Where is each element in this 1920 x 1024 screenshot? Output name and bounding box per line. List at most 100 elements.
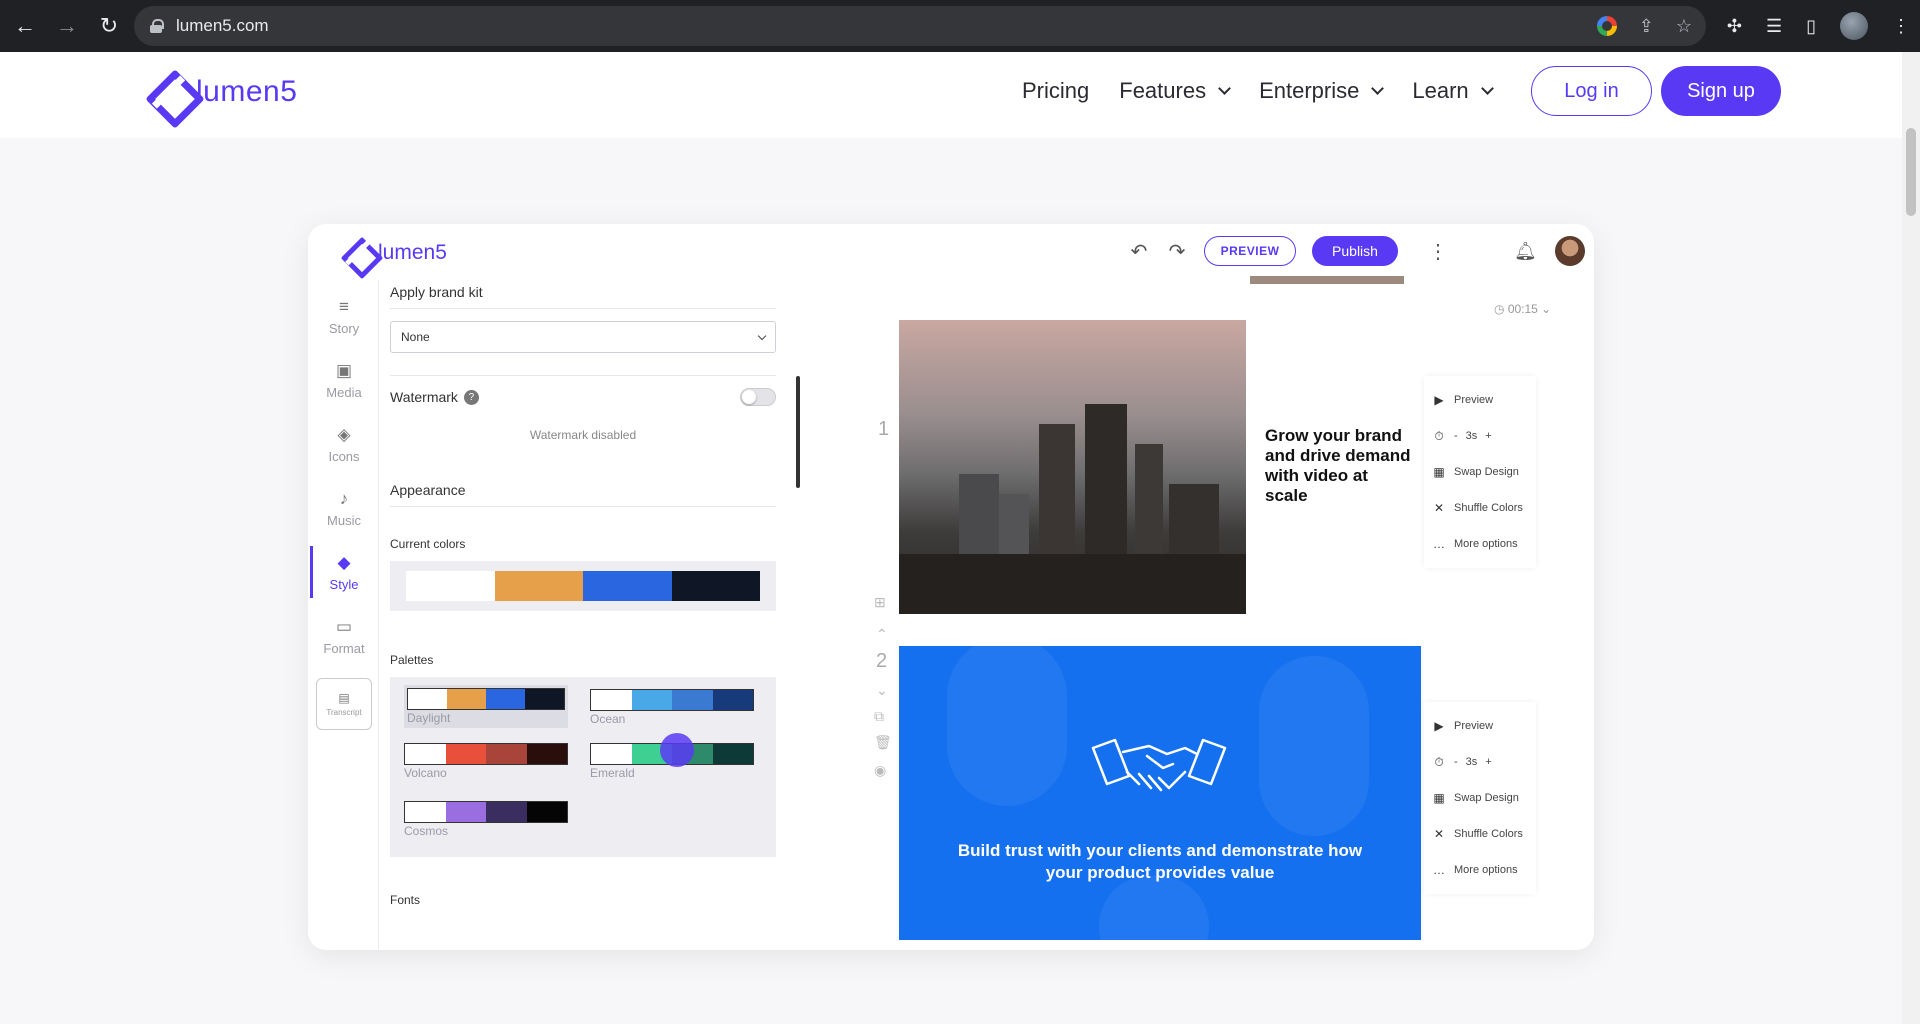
color-swatch [447,689,486,709]
rail-music[interactable]: ♪ Music [314,476,374,540]
app-logo-text: lumen5 [378,241,447,264]
duration-value: 3s [1465,430,1478,442]
color-swatch [486,802,527,822]
tool-label: Preview [1454,720,1494,732]
nav-features[interactable]: Features [1119,78,1231,104]
chrome-menu-icon[interactable]: ⋮ [1892,16,1910,37]
style-panel: Apply brand kit None Watermark? Watermar… [390,284,776,915]
help-icon[interactable]: ? [463,389,479,405]
shuffle-colors-button[interactable]: ✕ Shuffle Colors [1432,490,1528,526]
slide-2[interactable]: Build trust with your clients and demons… [899,646,1421,940]
back-button[interactable]: ← [8,9,42,43]
delete-icon[interactable]: 🗑︎ [874,734,892,751]
current-colors-heading: Current colors [390,537,466,551]
more-options-button[interactable]: … More options [1432,852,1528,888]
slide-duration-stepper[interactable]: ⏱ -3s + [1432,418,1528,454]
move-down-icon[interactable]: ⌄ [876,682,888,699]
minus-button[interactable]: - [1454,756,1458,768]
nav-pricing[interactable]: Pricing [1022,78,1089,104]
slide-preview-button[interactable]: ▶ Preview [1432,382,1528,418]
publish-button[interactable]: Publish [1312,236,1398,266]
site-logo[interactable]: lumen5 [148,72,297,112]
watermark-toggle[interactable] [740,388,776,406]
site-header: lumen5 Pricing Features Enterprise Learn… [0,52,1902,138]
undo-icon[interactable]: ↶ [1128,239,1150,264]
rail-media[interactable]: ▣ Media [314,348,374,412]
slide-1[interactable]: Grow your brand and drive demand with vi… [899,320,1421,614]
rail-icons[interactable]: ◈ Icons [314,412,374,476]
plus-button[interactable]: + [1485,756,1491,768]
rail-music-label: Music [327,512,361,528]
palette-cosmos[interactable]: Cosmos [404,801,568,838]
tool-label: More options [1454,864,1518,876]
preview-button[interactable]: PREVIEW [1204,236,1296,266]
signup-button[interactable]: Sign up [1661,66,1781,116]
palette-name: Volcano [404,766,447,780]
side-panel-icon[interactable]: ▯ [1806,16,1816,37]
main-nav: Pricing Features Enterprise Learn [1022,78,1494,104]
appearance-heading: Appearance [390,482,466,498]
bookmark-star-icon[interactable]: ☆ [1676,16,1692,37]
scroll-thumb[interactable] [1906,128,1916,216]
shapes-icon: ◈ [337,424,351,444]
page-scrollbar[interactable] [1902,52,1920,1024]
bell-icon[interactable]: 🔔︎ [1514,241,1537,262]
redo-icon[interactable]: ↷ [1166,239,1188,264]
current-colors-swatches[interactable] [390,561,776,611]
reload-button[interactable]: ↻ [92,9,126,43]
panel-scrollbar[interactable] [796,376,800,488]
palette-daylight[interactable]: Daylight [404,685,568,728]
hide-icon[interactable]: ◉ [874,762,886,779]
building [899,554,1246,614]
mouse-cursor-indicator [660,733,694,767]
slide-number: 2 [876,650,888,672]
palette-swatches [590,689,754,711]
user-avatar[interactable] [1554,236,1585,266]
login-button[interactable]: Log in [1531,66,1652,116]
google-icon[interactable] [1596,16,1617,36]
brand-kit-select[interactable]: None [390,321,776,353]
rail-format-label: Format [323,640,365,656]
nav-learn[interactable]: Learn [1412,78,1494,104]
move-up-icon[interactable]: ⌃ [876,626,888,643]
slide-number: 1 [878,418,890,440]
add-slide-icon[interactable]: ⊞ [874,594,886,611]
swap-design-button[interactable]: ▦ Swap Design [1432,454,1528,490]
palette-volcano[interactable]: Volcano [404,743,568,780]
address-bar[interactable]: lumen5.com ⇪ ☆ [134,6,1706,46]
rail-format[interactable]: ▭ Format [314,604,374,668]
duplicate-icon[interactable]: ⧉ [874,708,884,725]
color-swatch[interactable] [406,571,495,601]
color-swatch[interactable] [671,571,760,601]
tool-label: Shuffle Colors [1454,502,1523,514]
color-swatch[interactable] [583,571,672,601]
minus-button[interactable]: - [1454,430,1458,442]
logo-text: lumen5 [196,75,298,108]
transcript-button[interactable]: ▤ Transcript [316,678,372,730]
rail-story[interactable]: ≡ Story [314,284,374,348]
extensions-icon[interactable]: ✣ [1727,16,1742,37]
profile-avatar[interactable] [1840,12,1868,40]
palette-ocean[interactable]: Ocean [590,689,754,726]
slide-preview-button[interactable]: ▶ Preview [1432,708,1528,744]
play-icon: ▶ [1434,393,1444,407]
nav-enterprise[interactable]: Enterprise [1259,78,1385,104]
forward-button[interactable]: → [50,9,84,43]
swap-design-button[interactable]: ▦ Swap Design [1432,780,1528,816]
reading-list-icon[interactable]: ☰ [1766,16,1782,37]
plus-button[interactable]: + [1485,430,1491,442]
color-swatch[interactable] [494,571,583,601]
city-skyline-image [899,320,1246,614]
share-icon[interactable]: ⇪ [1639,16,1654,37]
grid-icon: ▦ [1433,465,1445,479]
color-swatch [405,744,446,764]
shuffle-icon: ✕ [1433,501,1445,515]
more-options-button[interactable]: … More options [1432,526,1528,562]
shuffle-colors-button[interactable]: ✕ Shuffle Colors [1432,816,1528,852]
more-menu-icon[interactable]: ⋮ [1428,239,1448,264]
color-swatch [591,744,632,764]
play-icon: ▶ [1434,719,1444,733]
rail-style[interactable]: ◆ Style [310,540,374,604]
watermark-row: Watermark? [390,388,776,406]
slide-duration-stepper[interactable]: ⏱ -3s + [1432,744,1528,780]
